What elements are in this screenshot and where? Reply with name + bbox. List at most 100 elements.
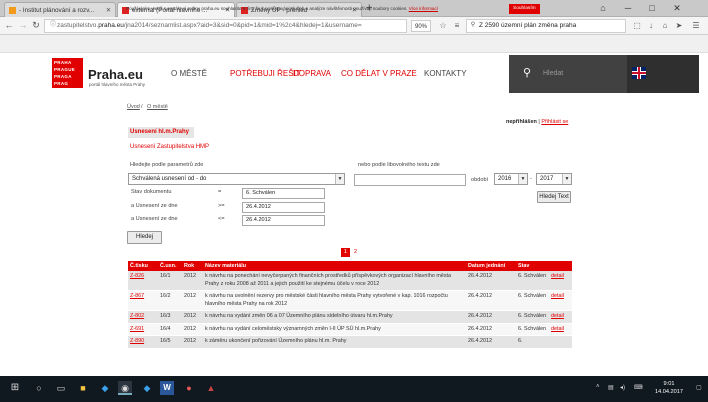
col-header-nazev[interactable]: Název materiálu: [203, 261, 466, 271]
date-from-field[interactable]: 26.4.2012: [242, 202, 325, 213]
zastupitelstvo-link[interactable]: Usnesení Zastupitelstva HMP: [130, 144, 209, 150]
table-header-row: Č.tisku Č.usn. Rok Název materiálu Datum…: [128, 261, 572, 271]
detail-link[interactable]: detail: [551, 313, 564, 319]
breadcrumb-home[interactable]: Úvod: [127, 104, 140, 110]
page-2[interactable]: 2: [351, 248, 360, 257]
zoom-indicator[interactable]: 90%: [411, 20, 432, 32]
nav-doprava[interactable]: DOPRAVA: [293, 69, 331, 78]
col-header-rok[interactable]: Rok: [182, 261, 203, 271]
network-icon[interactable]: ▤: [608, 384, 614, 391]
user-icon[interactable]: ⌂: [592, 0, 614, 17]
filter-label: Stav dokumentu: [131, 189, 172, 195]
info-icon[interactable]: ⓘ: [47, 19, 59, 32]
date-to-field[interactable]: 26.4.2012: [242, 215, 325, 226]
search-icon[interactable]: ○: [32, 381, 46, 395]
praha-logo[interactable]: PRAHA PRAGUE PRAGA PRAG: [52, 58, 83, 88]
tisk-link[interactable]: Z-802: [130, 313, 144, 319]
rok-cell: 2012: [182, 271, 203, 291]
year-from-select[interactable]: 2016 ▼: [494, 173, 528, 185]
rok-cell: 2012: [182, 335, 203, 349]
param-select[interactable]: Schválená usnesení od - do ▼: [128, 173, 345, 185]
breadcrumb-o-meste[interactable]: O městě: [147, 104, 168, 110]
windows-start-icon[interactable]: ⊞: [8, 381, 22, 395]
address-bar[interactable]: zastupitelstvo.praha.eu/jna2014/seznamli…: [44, 19, 407, 33]
share-icon[interactable]: ➤: [673, 19, 685, 32]
col-header-stav[interactable]: Stav: [516, 261, 549, 271]
col-header-datum[interactable]: Datum jednání: [466, 261, 516, 271]
usn-cell: 16/1: [158, 271, 182, 291]
ipr-favicon-icon: [9, 6, 16, 14]
site-brand[interactable]: Praha.eu: [88, 67, 143, 82]
cookie-notice: Používáním webů s portálové rodiny praha…: [126, 6, 438, 11]
browser-tab-ipr[interactable]: - Institut plánování a rozv... ✕: [4, 2, 116, 17]
task-view-icon[interactable]: ▭: [54, 381, 68, 395]
cookie-more-link[interactable]: Více informací: [409, 6, 438, 11]
tisk-link[interactable]: Z-691: [130, 326, 144, 332]
datum-cell: 26.4.2012: [466, 323, 516, 336]
table-row: Z-826 16/1 2012 k návrhu na ponechání ne…: [128, 271, 572, 291]
cookie-text: Používáním webů s portálové rodiny praha…: [126, 6, 408, 11]
nav-o-meste[interactable]: O MĚSTĚ: [171, 69, 207, 78]
nav-potrebuji-resit[interactable]: POTŘEBUJI ŘEŠIT: [230, 69, 301, 78]
forward-arrow-icon[interactable]: →: [17, 19, 29, 32]
datum-cell: 26.4.2012: [466, 290, 516, 311]
close-window-icon[interactable]: ✕: [666, 0, 688, 17]
firefox-icon[interactable]: ◉: [118, 381, 132, 395]
nav-co-delat[interactable]: CO DĚLAT V PRAZE: [341, 69, 417, 78]
detail-link[interactable]: detail: [551, 273, 564, 279]
tisk-link[interactable]: Z-890: [130, 338, 144, 344]
language-icon[interactable]: ⌨: [634, 384, 643, 391]
logo-line: PRAGUE: [54, 67, 76, 72]
status-field[interactable]: 6. Schválen: [242, 188, 325, 199]
search-icon[interactable]: ⚲: [523, 66, 531, 79]
detail-link[interactable]: detail: [551, 326, 564, 332]
menu-icon[interactable]: ☰: [690, 19, 702, 32]
search-button[interactable]: Hledej: [127, 231, 162, 244]
bookmark-star-icon[interactable]: ☆: [437, 19, 449, 32]
taskbar-clock[interactable]: 9:01 14.04.2017: [646, 380, 692, 396]
nazev-cell: k návrhu na ponechání nevyčerpaných fina…: [203, 271, 466, 291]
usn-cell: 16/2: [158, 290, 182, 311]
nazev-cell: k návrhu na vydání celoměstsky významnýc…: [203, 323, 466, 336]
notifications-icon[interactable]: ▢: [696, 384, 702, 391]
stav-cell: 6. Schválen: [516, 310, 549, 324]
tisk-link[interactable]: Z-826: [130, 273, 144, 279]
cookie-bar: [0, 35, 708, 53]
download-icon[interactable]: ↓: [645, 19, 657, 32]
filter-operator: =: [218, 189, 222, 195]
year-to-select[interactable]: 2017 ▼: [536, 173, 572, 185]
store-icon[interactable]: ◆: [98, 381, 112, 395]
extension-icon[interactable]: ⬚: [631, 19, 643, 32]
detail-link[interactable]: detail: [551, 293, 564, 299]
tisk-link[interactable]: Z-867: [130, 293, 144, 299]
reader-icon[interactable]: ≡: [451, 19, 463, 32]
close-icon[interactable]: ✕: [103, 7, 111, 14]
url-domain: praha.eu: [98, 22, 124, 29]
page-1[interactable]: 1: [341, 248, 350, 257]
col-header-tisk[interactable]: Č.tisku: [128, 261, 158, 271]
word-icon[interactable]: W: [160, 381, 174, 395]
app-icon[interactable]: ▲: [204, 381, 218, 395]
cookie-agree-button[interactable]: Souhlasím: [509, 4, 540, 14]
home-icon[interactable]: ⌂: [659, 19, 671, 32]
site-search-placeholder[interactable]: Hledat: [543, 70, 563, 77]
search-input[interactable]: Z 2590 územní plán změna praha: [466, 19, 626, 33]
maximize-icon[interactable]: □: [641, 0, 663, 17]
volume-icon[interactable]: ◂): [620, 384, 625, 391]
col-header-usn[interactable]: Č.usn.: [158, 261, 182, 271]
logo-line: PRAG: [54, 81, 69, 86]
file-explorer-icon[interactable]: ■: [76, 381, 90, 395]
back-arrow-icon[interactable]: ←: [3, 19, 15, 32]
login-link[interactable]: Přihlásit se: [541, 119, 568, 125]
uk-flag-icon[interactable]: [632, 67, 646, 79]
text-search-input[interactable]: [354, 174, 466, 186]
reload-icon[interactable]: ↻: [30, 19, 42, 32]
search-text-button[interactable]: Hledej Text: [537, 191, 571, 203]
app-icon[interactable]: ●: [182, 381, 196, 395]
minimize-icon[interactable]: ─: [617, 0, 639, 17]
usn-cell: 16/4: [158, 323, 182, 336]
nav-kontakty[interactable]: KONTAKTY: [424, 69, 467, 78]
app-icon[interactable]: ◆: [140, 381, 154, 395]
tab-usneseni[interactable]: Usnesení hl.m.Prahy: [128, 127, 194, 138]
tray-chevron-icon[interactable]: ˄: [596, 384, 600, 390]
